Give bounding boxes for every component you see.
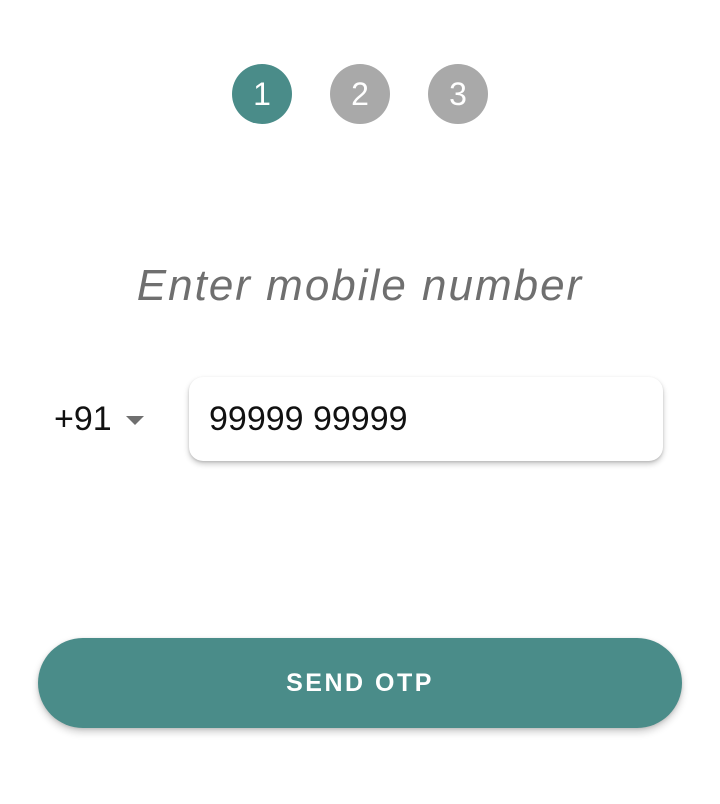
send-otp-button[interactable]: SEND OTP <box>38 638 682 728</box>
country-code-value: +91 <box>54 400 112 438</box>
page-title: Enter mobile number <box>136 261 584 310</box>
country-code-selector[interactable]: +91 <box>54 395 144 443</box>
step-1-indicator: 1 <box>232 64 292 124</box>
step-3-indicator: 3 <box>428 64 488 124</box>
phone-input-card <box>189 377 663 461</box>
stepper: 1 2 3 <box>0 64 720 124</box>
phone-number-input[interactable] <box>189 377 663 461</box>
caret-down-icon <box>125 415 144 425</box>
step-2-indicator: 2 <box>330 64 390 124</box>
